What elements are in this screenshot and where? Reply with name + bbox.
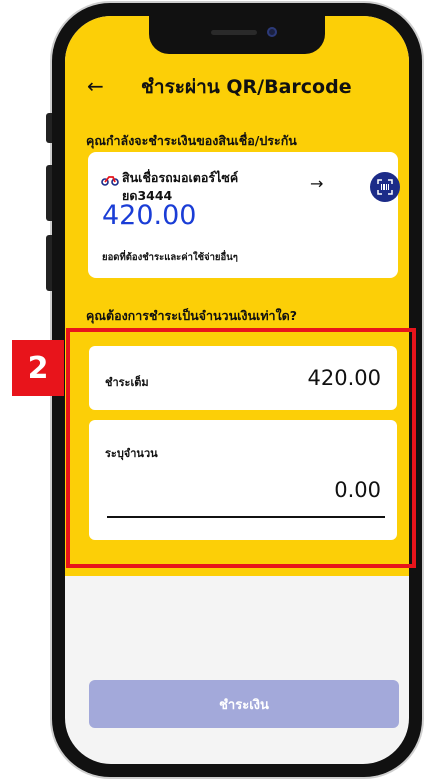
amount-note: ยอดที่ต้องชำระและค่าใช้จ่ายอื่นๆ <box>102 252 238 263</box>
mute-switch <box>46 113 52 143</box>
custom-amount-label: ระบุจำนวน <box>105 447 158 460</box>
page-title: ชำระผ่าน QR/Barcode <box>141 76 352 98</box>
amount-prompt: คุณต้องการชำระเป็นจำนวนเงินเท่าใด? <box>86 308 298 323</box>
custom-amount-option[interactable]: ระบุจำนวน 0.00 <box>89 420 397 540</box>
arrow-left-icon[interactable]: ← <box>87 74 104 98</box>
arrow-right-icon[interactable]: → <box>310 174 323 193</box>
full-payment-label: ชำระเต็ม <box>105 376 149 389</box>
payment-prompt: คุณกำลังจะชำระเงินของสินเชื่อ/ประกัน <box>86 133 297 148</box>
custom-amount-input[interactable]: 0.00 <box>334 478 381 502</box>
speaker <box>211 30 257 35</box>
step-badge: 2 <box>12 340 64 396</box>
motorcycle-icon <box>101 174 119 190</box>
full-payment-option[interactable]: ชำระเต็ม 420.00 <box>89 346 397 410</box>
pay-button[interactable]: ชำระเงิน <box>89 680 399 728</box>
qr-scan-icon[interactable] <box>370 172 400 202</box>
product-card: สินเชื่อรถมอเตอร์ไซค์ ยด3444 420.00 ยอดท… <box>88 152 400 278</box>
input-underline <box>107 516 385 518</box>
notch <box>149 16 325 54</box>
camera <box>267 27 277 37</box>
volume-down-button <box>46 235 52 291</box>
full-payment-value: 420.00 <box>307 366 381 390</box>
product-name: สินเชื่อรถมอเตอร์ไซค์ <box>122 170 239 185</box>
volume-up-button <box>46 165 52 221</box>
amount-due: 420.00 <box>102 200 197 231</box>
